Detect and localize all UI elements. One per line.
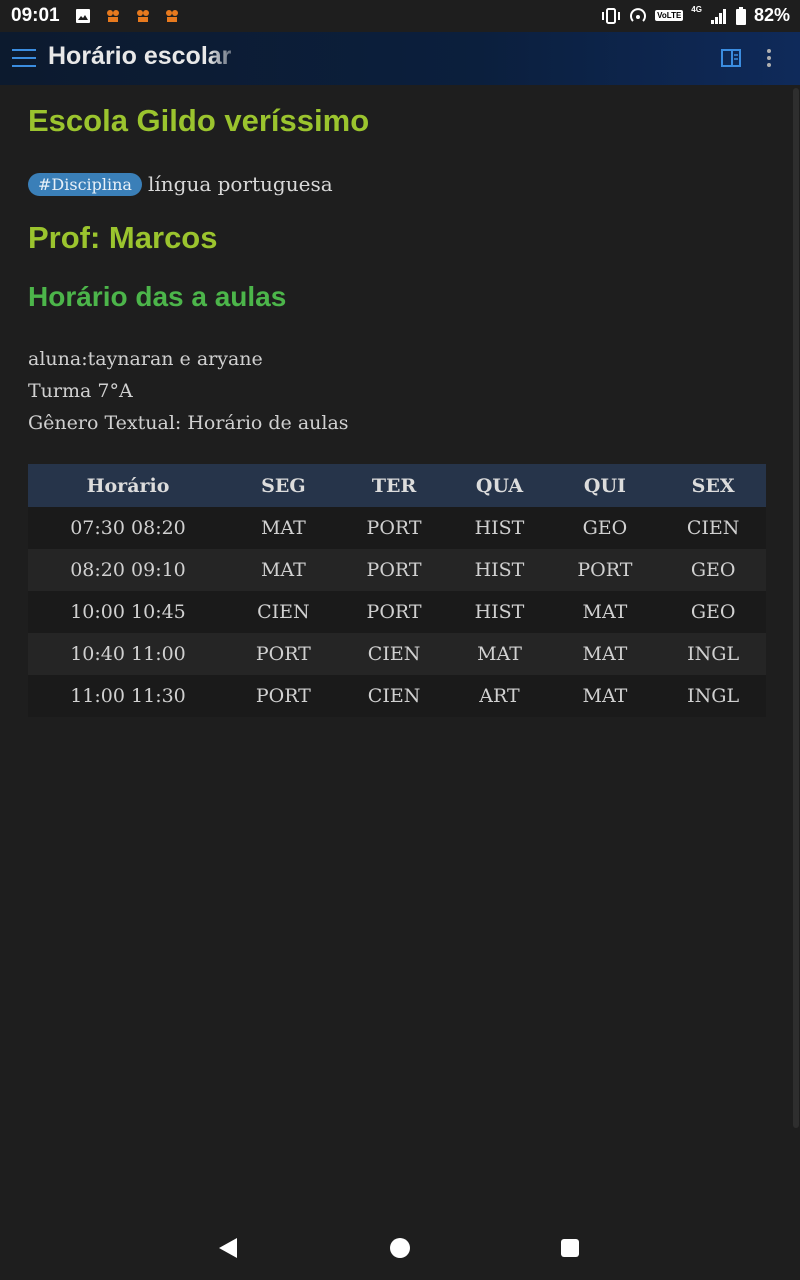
schedule-table: Horário SEG TER QUA QUI SEX 07:30 08:20 … [28,464,766,717]
table-row: 08:20 09:10 MAT PORT HIST PORT GEO [28,549,766,591]
column-header: Horário [28,464,228,507]
column-header: QUI [549,464,661,507]
table-cell: HIST [449,507,550,549]
reading-view-icon[interactable] [721,49,741,67]
hotspot-icon [630,7,647,22]
table-cell: INGL [660,675,766,717]
table-cell: HIST [449,549,550,591]
professor-heading: Prof: Marcos [28,220,218,255]
battery-icon [735,6,746,25]
school-heading: Escola Gildo veríssimo [28,103,370,138]
table-cell: MAT [549,591,661,633]
table-cell: MAT [549,633,661,675]
table-cell: GEO [549,507,661,549]
table-row: 10:00 10:45 CIEN PORT HIST MAT GEO [28,591,766,633]
table-cell: INGL [660,633,766,675]
column-header: SEG [228,464,339,507]
table-cell: MAT [449,633,550,675]
table-cell: CIEN [338,675,450,717]
table-cell: 07:30 08:20 [28,507,228,549]
home-icon[interactable] [390,1238,410,1258]
table-row: 10:40 11:00 PORT CIEN MAT MAT INGL [28,633,766,675]
table-cell: GEO [660,591,766,633]
app-notification-icon [107,10,119,22]
system-nav-bar [0,1216,800,1280]
table-cell: PORT [338,591,450,633]
scrollbar[interactable] [793,88,799,1128]
table-cell: CIEN [338,633,450,675]
subject-text: língua portuguesa [147,172,333,196]
column-header: TER [338,464,450,507]
table-cell: PORT [549,549,661,591]
table-row: 07:30 08:20 MAT PORT HIST GEO CIEN [28,507,766,549]
table-header-row: Horário SEG TER QUA QUI SEX [28,464,766,507]
table-cell: MAT [228,507,339,549]
column-header: SEX [660,464,766,507]
table-cell: PORT [338,507,450,549]
students-line: aluna:taynaran e aryane [28,348,263,370]
table-cell: ART [449,675,550,717]
page-title: Horário escolar [48,42,232,70]
table-cell: 08:20 09:10 [28,549,228,591]
app-notification-icon [166,10,178,22]
table-row: 11:00 11:30 PORT CIEN ART MAT INGL [28,675,766,717]
back-icon[interactable] [219,1238,237,1258]
table-cell: 10:40 11:00 [28,633,228,675]
status-bar: 09:01 VoLTE 4G 82% [0,0,800,32]
status-time: 09:01 [11,5,60,26]
genre-line: Gênero Textual: Horário de aulas [28,412,349,434]
table-cell: CIEN [660,507,766,549]
more-options-icon[interactable] [760,47,778,69]
recent-apps-icon[interactable] [561,1239,579,1257]
network-type: 4G [691,5,702,14]
table-cell: MAT [549,675,661,717]
schedule-heading: Horário das a aulas [28,281,287,312]
table-cell: PORT [338,549,450,591]
app-bar: Horário escolar [0,32,800,85]
image-icon [76,9,90,23]
battery-percent: 82% [753,5,790,25]
table-cell: HIST [449,591,550,633]
table-cell: CIEN [228,591,339,633]
class-line: Turma 7°A [28,380,133,402]
signal-icon [710,8,726,24]
table-cell: 10:00 10:45 [28,591,228,633]
column-header: QUA [449,464,550,507]
table-cell: 11:00 11:30 [28,675,228,717]
volte-badge: VoLTE [655,10,684,21]
table-cell: GEO [660,549,766,591]
app-notification-icon [137,10,149,22]
table-cell: MAT [228,549,339,591]
table-cell: PORT [228,675,339,717]
vibrate-icon [602,7,621,24]
table-cell: PORT [228,633,339,675]
subject-line: #Disciplina língua portuguesa [28,172,333,196]
tag-disciplina[interactable]: #Disciplina [28,172,142,196]
info-block: aluna:taynaran e aryane Turma 7°A Gênero… [28,343,349,439]
menu-icon[interactable] [12,48,36,68]
